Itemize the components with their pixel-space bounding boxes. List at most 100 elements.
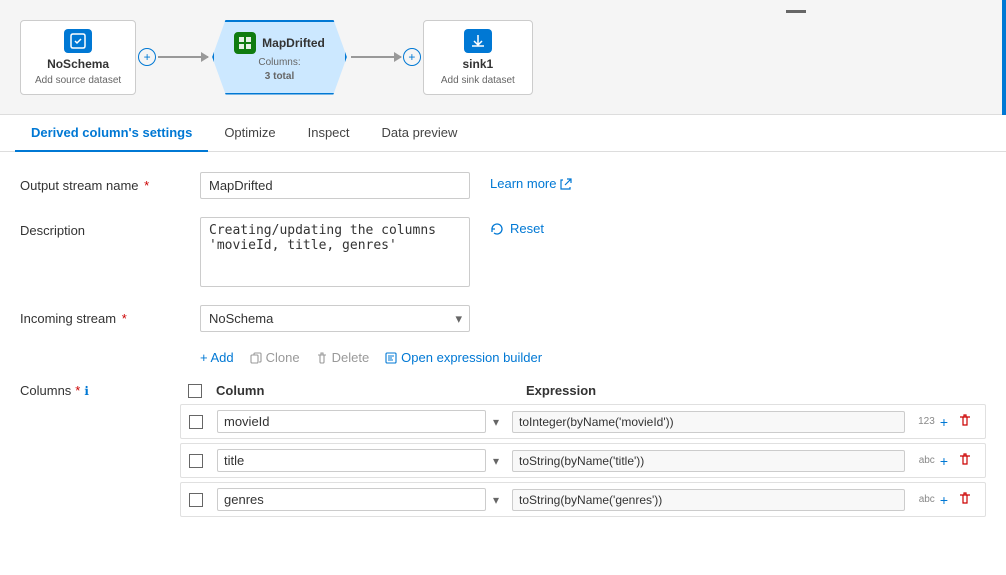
node-sink1-label: sink1 [463,57,494,71]
header-check [188,384,216,398]
row2-add-btn[interactable]: + [935,450,953,472]
column-header-expression: Expression [526,383,978,398]
row2-delete-icon [958,452,972,466]
incoming-stream-row: Incoming stream * NoSchema [20,305,986,332]
row1-name-input[interactable] [217,410,486,433]
add-connector-btn-1[interactable]: + [138,48,156,66]
header-checkbox[interactable] [188,384,202,398]
row2-name-field: ▾ [217,449,502,472]
row1-delete-btn[interactable] [953,410,977,433]
minimize-bar [786,10,806,13]
row3-add-btn[interactable]: + [935,489,953,511]
node-mapdrifted-label: MapDrifted [262,36,325,50]
columns-table-header: Column Expression [180,377,986,404]
column-row-2-wrapper: ▾ abc + [20,443,986,482]
row3-delete-icon [958,491,972,505]
row1-checkbox[interactable] [189,415,203,429]
row2-type-badge: abc [911,455,935,466]
side-actions: Learn more [490,172,572,191]
row2-expr-input[interactable] [512,450,905,472]
node-noschema[interactable]: NoSchema Add source dataset [20,20,136,95]
row3-delete-btn[interactable] [953,488,977,511]
columns-rows-container: ▾ 123 + [20,404,986,521]
settings-panel: Output stream name * Learn more Descript… [0,152,1006,568]
open-expression-builder-button[interactable]: Open expression builder [385,350,542,365]
node-noschema-label: NoSchema [47,57,109,71]
reset-icon [490,222,504,236]
incoming-stream-select-wrapper: NoSchema [200,305,470,332]
description-row: Description Creating/updating the column… [20,217,986,287]
row3-expr-field: abc [502,489,935,511]
arrow-2 [351,56,401,58]
row2-name-input[interactable] [217,449,486,472]
reset-button[interactable]: Reset [490,221,544,236]
row3-expr-input[interactable] [512,489,905,511]
node-mapdrifted[interactable]: MapDrifted Columns: 3 total [212,20,347,95]
column-row-1-wrapper: ▾ 123 + [20,404,986,443]
row1-delete-icon [958,413,972,427]
row3-name-input[interactable] [217,488,486,511]
side-border [1002,0,1006,115]
node-mapdrifted-box[interactable]: MapDrifted Columns: 3 total [212,20,347,95]
column-header-name: Column [216,383,526,398]
row1-type-badge: 123 [911,416,935,427]
reset-side-actions: Reset [490,217,544,236]
external-link-icon [560,178,572,190]
columns-toolbar: + Add Clone Delete Open expressi [200,350,986,365]
tab-derived[interactable]: Derived column's settings [15,115,208,152]
node-mapdrifted-sublabel2: 3 total [265,71,294,82]
node-mapdrifted-sublabel1: Columns: [258,57,300,68]
columns-header-row: Columns * ℹ Column Expression [20,377,986,404]
row2-expr-field: abc [502,450,935,472]
expression-builder-icon [385,352,397,364]
node-sink1-sublabel: Add sink dataset [441,75,515,86]
sink-icon [464,29,492,53]
column-row-1: ▾ 123 + [180,404,986,439]
column-row-3-wrapper: ▾ abc + [20,482,986,521]
output-stream-row: Output stream name * Learn more [20,172,986,199]
row1-add-btn[interactable]: + [935,411,953,433]
pipeline-header: NoSchema Add source dataset + MapDrifted [0,0,1006,115]
clone-column-button[interactable]: Clone [250,350,300,365]
column-row-2: ▾ abc + [180,443,986,478]
output-stream-input[interactable] [200,172,470,199]
delete-icon [316,352,328,364]
arrow-1 [158,56,208,58]
tab-optimize[interactable]: Optimize [208,115,291,152]
delete-column-button[interactable]: Delete [316,350,370,365]
row1-expr-field: 123 [502,411,935,433]
tabs-bar: Derived column's settings Optimize Inspe… [0,115,1006,152]
row3-checkbox[interactable] [189,493,203,507]
map-icon [234,32,256,54]
row1-name-field: ▾ [217,410,502,433]
incoming-stream-select[interactable]: NoSchema [200,305,470,332]
row3-name-field: ▾ [217,488,502,511]
node-sink1[interactable]: sink1 Add sink dataset [423,20,533,95]
row2-delete-btn[interactable] [953,449,977,472]
description-label: Description [20,217,180,238]
source-icon [64,29,92,53]
add-column-button[interactable]: + Add [200,350,234,365]
node-noschema-box[interactable]: NoSchema Add source dataset [20,20,136,95]
tab-inspect[interactable]: Inspect [292,115,366,152]
incoming-stream-label: Incoming stream * [20,305,180,326]
learn-more-button[interactable]: Learn more [490,176,572,191]
description-input[interactable]: Creating/updating the columns 'movieId, … [200,217,470,287]
tab-preview[interactable]: Data preview [366,115,474,152]
clone-label: Clone [266,350,300,365]
open-expr-label: Open expression builder [401,350,542,365]
clone-icon [250,352,262,364]
column-row-3: ▾ abc + [180,482,986,517]
columns-form-label: Columns * ℹ [20,383,180,398]
columns-info-icon[interactable]: ℹ [84,384,89,398]
row2-dropdown-btn[interactable]: ▾ [490,451,502,471]
node-sink1-box[interactable]: sink1 Add sink dataset [423,20,533,95]
row3-type-badge: abc [911,494,935,505]
row1-expr-input[interactable] [512,411,905,433]
output-stream-label: Output stream name * [20,172,180,193]
columns-section: + Add Clone Delete Open expressi [20,350,986,521]
row2-checkbox[interactable] [189,454,203,468]
row1-dropdown-btn[interactable]: ▾ [490,412,502,432]
row3-dropdown-btn[interactable]: ▾ [490,490,502,510]
add-connector-btn-2[interactable]: + [403,48,421,66]
